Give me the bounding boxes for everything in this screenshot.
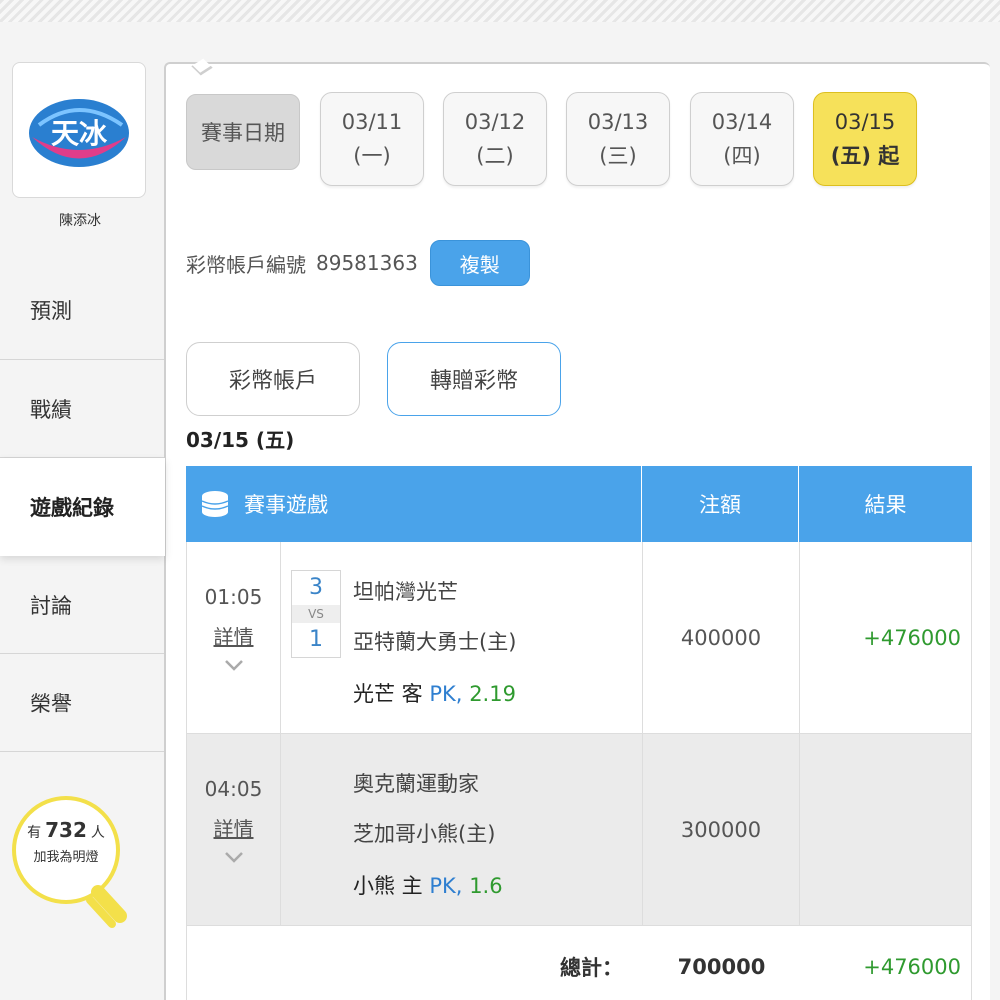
account-number: 89581363: [316, 251, 418, 275]
total-stake: 700000: [677, 955, 766, 979]
date-text: 03/14: [711, 110, 773, 134]
score-box: 3 VS 1: [291, 570, 341, 658]
detail-link[interactable]: 詳情: [214, 816, 254, 846]
sidebar: 天冰 陳添冰 預測 戰績 遊戲紀錄 討論 榮譽 有 732 人 加我為明燈: [0, 60, 165, 1000]
vs-label: VS: [292, 605, 340, 623]
follow-cta: 加我為明燈: [33, 850, 99, 865]
coin-stack-icon: [201, 491, 229, 517]
time-cell: 04:05 詳情: [187, 734, 281, 925]
date-button-0315-selected[interactable]: 03/15 (五) 起: [813, 92, 917, 186]
game-time: 04:05: [204, 777, 263, 801]
home-score: 1: [309, 627, 323, 652]
chevron-down-icon[interactable]: [223, 850, 245, 864]
follower-count-text: 有 732 人 加我為明燈: [16, 818, 116, 870]
column-header-stake: 注額: [642, 466, 799, 542]
follow-lightbulb[interactable]: 有 732 人 加我為明燈: [8, 788, 138, 938]
home-team: 芝加哥小熊(主): [353, 822, 496, 846]
day-title: 03/15 (五): [186, 428, 295, 452]
weekday-text: (四): [723, 144, 761, 168]
date-button-0313[interactable]: 03/13 (三): [566, 92, 670, 186]
column-header-game: 賽事遊戲: [186, 466, 642, 542]
sidebar-item-discussion[interactable]: 討論: [0, 556, 165, 654]
weekday-text: (一): [353, 144, 391, 168]
detail-link[interactable]: 詳情: [214, 624, 254, 654]
date-button-0314[interactable]: 03/14 (四): [690, 92, 794, 186]
avatar[interactable]: 天冰: [12, 62, 146, 198]
column-header-result: 結果: [864, 493, 907, 517]
main-panel: 賽事日期 03/11 (一) 03/12 (二) 03/13 (三) 03/14…: [164, 58, 990, 1000]
table-row: 01:05 詳情 3 VS 1 坦帕灣光芒 亞特蘭大勇士(主) 光芒 客 PK,…: [186, 542, 972, 734]
total-result: +476000: [863, 955, 961, 979]
follower-prefix: 有: [27, 825, 42, 841]
panel-notch: [191, 58, 213, 76]
away-team: 坦帕灣光芒: [353, 580, 458, 604]
table-row: 04:05 詳情 奧克蘭運動家 芝加哥小熊(主) 小熊 主 PK, 1.6 30…: [186, 734, 972, 926]
pick-odds: 1.6: [469, 874, 503, 898]
user-name: 陳添冰: [59, 213, 101, 229]
result-cell: [800, 734, 971, 925]
time-cell: 01:05 詳情: [187, 542, 281, 733]
weekday-text: (二): [476, 144, 514, 168]
column-header-game-label: 賽事遊戲: [244, 493, 328, 517]
chevron-down-icon[interactable]: [223, 658, 245, 672]
home-team: 亞特蘭大勇士(主): [353, 630, 517, 654]
sidebar-item-predict[interactable]: 預測: [0, 260, 165, 360]
game-records-table: 賽事遊戲 注額 結果 01:05 詳情 3 VS 1 坦帕灣光芒 亞特蘭大勇士(…: [186, 466, 972, 1000]
brand-logo-icon: 天冰: [29, 99, 129, 167]
bet-pick: 光芒 客 PK, 2.19: [353, 678, 516, 708]
weekday-text: (三): [599, 144, 637, 168]
pick-team: 小熊 主: [353, 874, 423, 898]
sidebar-item-honor[interactable]: 榮譽: [0, 654, 165, 752]
follower-count: 732: [45, 818, 87, 842]
total-row: 總計： 700000 +476000: [186, 926, 972, 1000]
tab-transfer-coins[interactable]: 轉贈彩幣: [387, 342, 561, 416]
follower-suffix: 人: [90, 825, 105, 841]
date-text: 03/15: [834, 110, 896, 134]
pick-team: 光芒 客: [353, 682, 423, 706]
sidebar-item-game-history[interactable]: 遊戲紀錄: [0, 458, 165, 556]
table-header: 賽事遊戲 注額 結果: [186, 466, 972, 542]
top-decorative-strip: [0, 0, 1000, 22]
pick-odds: 2.19: [469, 682, 516, 706]
pick-market: PK,: [429, 874, 463, 898]
account-label: 彩幣帳戶編號: [186, 252, 306, 277]
date-text: 03/13: [587, 110, 649, 134]
brand-logo-text: 天冰: [51, 117, 108, 150]
tab-coin-account[interactable]: 彩幣帳戶: [186, 342, 360, 416]
game-time: 01:05: [204, 585, 263, 609]
date-button-0312[interactable]: 03/12 (二): [443, 92, 547, 186]
total-label: 總計：: [560, 956, 623, 980]
result-cell: +476000: [863, 625, 961, 650]
sidebar-item-record[interactable]: 戰績: [0, 360, 165, 458]
copy-button[interactable]: 複製: [429, 240, 530, 286]
date-text: 03/11: [341, 110, 403, 134]
away-team: 奧克蘭運動家: [353, 772, 479, 796]
away-score: 3: [309, 575, 323, 600]
account-number-line: 彩幣帳戶編號 89581363 複製: [186, 240, 530, 286]
match-cell: 3 VS 1 坦帕灣光芒 亞特蘭大勇士(主) 光芒 客 PK, 2.19: [281, 542, 643, 733]
date-button-0311[interactable]: 03/11 (一): [320, 92, 424, 186]
bet-pick: 小熊 主 PK, 1.6: [353, 870, 503, 900]
date-text: 03/12: [464, 110, 526, 134]
pick-market: PK,: [429, 682, 463, 706]
stake-cell: 400000: [643, 542, 800, 733]
match-cell: 奧克蘭運動家 芝加哥小熊(主) 小熊 主 PK, 1.6: [281, 734, 643, 925]
sidebar-nav: 預測 戰績 遊戲紀錄 討論 榮譽: [0, 260, 165, 752]
date-selector-label: 賽事日期: [186, 94, 300, 170]
weekday-text: (五) 起: [830, 144, 900, 168]
stake-cell: 300000: [643, 734, 800, 925]
